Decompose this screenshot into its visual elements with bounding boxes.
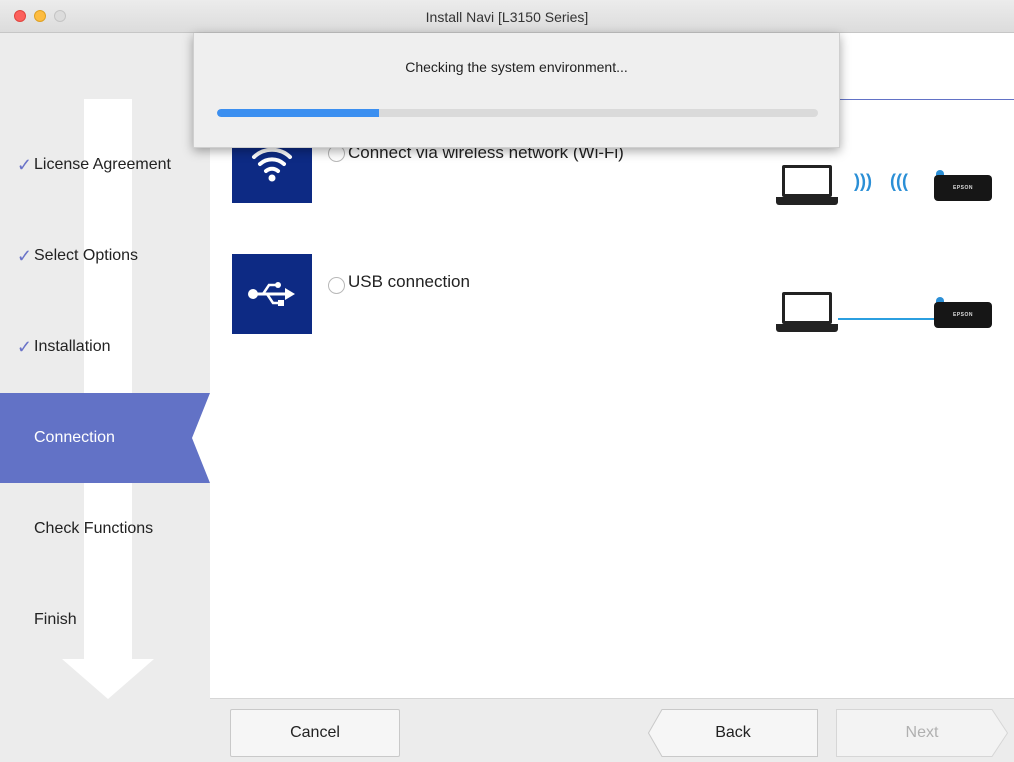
step-label: Finish: [34, 611, 77, 628]
printer-icon: EPSON: [934, 302, 992, 328]
step-check-functions: Check Functions: [0, 484, 210, 574]
next-button[interactable]: Next: [836, 709, 1008, 757]
progress-message: Checking the system environment...: [405, 59, 628, 75]
usb-connection-option[interactable]: USB connection EPSON: [232, 254, 1002, 336]
step-label: Check Functions: [34, 520, 154, 537]
progress-arrow-head-icon: [62, 659, 154, 699]
step-label: License Agreement: [34, 156, 171, 173]
laptop-base: [776, 197, 838, 205]
laptop-icon: [782, 165, 832, 197]
usb-option-label: USB connection: [348, 272, 470, 291]
progress-sheet: Checking the system environment...: [193, 33, 840, 148]
step-label: Installation: [34, 338, 111, 355]
header-divider: [840, 99, 1014, 100]
usb-cable-line: [838, 318, 934, 320]
laptop-base: [776, 324, 838, 332]
step-installation: ✓ Installation: [0, 302, 210, 392]
progress-bar: [217, 109, 818, 117]
progress-bar-fill: [217, 109, 380, 117]
checkmark-icon: ✓: [16, 336, 32, 357]
step-select-options: ✓ Select Options: [0, 211, 210, 301]
back-button[interactable]: Back: [648, 709, 818, 757]
active-step-notch: [192, 393, 210, 483]
printer-icon: EPSON: [934, 175, 992, 201]
signal-in-icon: (((: [890, 171, 908, 191]
signal-out-icon: ))): [854, 171, 872, 191]
next-button-label: Next: [905, 724, 939, 741]
checkmark-icon: ✓: [16, 154, 32, 175]
title-bar: Install Navi [L3150 Series]: [0, 0, 1014, 33]
laptop-icon: [782, 292, 832, 324]
footer-bar: Cancel Back Next: [210, 698, 1014, 762]
usb-icon: [232, 254, 312, 334]
step-finish: Finish: [0, 575, 210, 665]
usb-radio-button[interactable]: [328, 277, 345, 294]
step-label: Select Options: [34, 247, 139, 264]
step-sidebar: ✓ License Agreement ✓ Select Options ✓ I…: [0, 33, 210, 762]
step-license-agreement: ✓ License Agreement: [0, 120, 210, 210]
step-label: Connection: [34, 429, 115, 446]
step-connection: Connection: [0, 393, 210, 483]
usb-connection-diagram: EPSON: [776, 272, 992, 332]
checkmark-icon: ✓: [16, 245, 32, 266]
cancel-button[interactable]: Cancel: [230, 709, 400, 757]
wifi-connection-diagram: ))) ((( EPSON: [776, 159, 992, 219]
window-title: Install Navi [L3150 Series]: [425, 9, 589, 25]
back-button-label: Back: [715, 724, 751, 741]
